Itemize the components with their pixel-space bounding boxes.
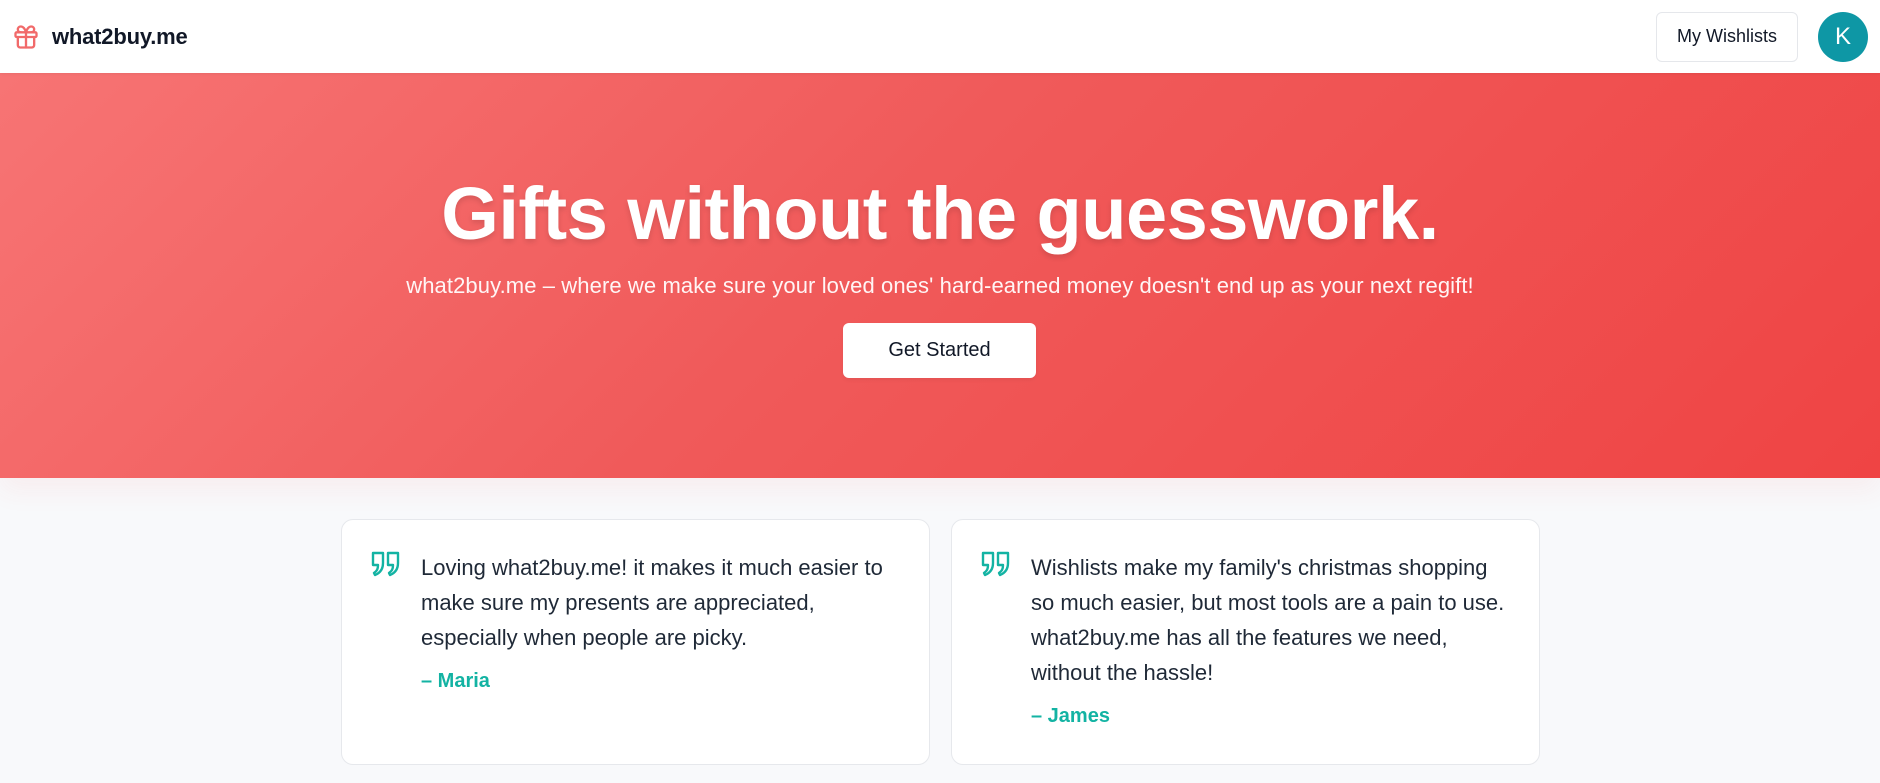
testimonial-author: – James [1031, 705, 1110, 727]
testimonial-quote: Loving what2buy.me! it makes it much eas… [421, 555, 883, 650]
my-wishlists-button[interactable]: My Wishlists [1656, 11, 1798, 62]
hero-subtitle: what2buy.me – where we make sure your lo… [406, 273, 1474, 298]
hero-title: Gifts without the guesswork. [441, 172, 1439, 255]
quote-icon [980, 550, 1012, 578]
top-navbar: what2buy.me My Wishlists K [0, 0, 1880, 73]
testimonial-card: Wishlists make my family's christmas sho… [951, 519, 1540, 765]
get-started-button[interactable]: Get Started [843, 323, 1036, 378]
nav-actions: My Wishlists K [1656, 11, 1868, 62]
brand-name: what2buy.me [52, 23, 188, 49]
hero-section: Gifts without the guesswork. what2buy.me… [0, 73, 1880, 478]
testimonial-quote: Wishlists make my family's christmas sho… [1031, 555, 1505, 685]
testimonial-card: Loving what2buy.me! it makes it much eas… [341, 519, 930, 765]
brand-logo-link[interactable]: what2buy.me [12, 23, 188, 51]
gift-icon [12, 23, 40, 51]
quote-icon [370, 550, 402, 578]
user-avatar[interactable]: K [1818, 11, 1868, 62]
testimonial-author: – Maria [421, 670, 490, 692]
